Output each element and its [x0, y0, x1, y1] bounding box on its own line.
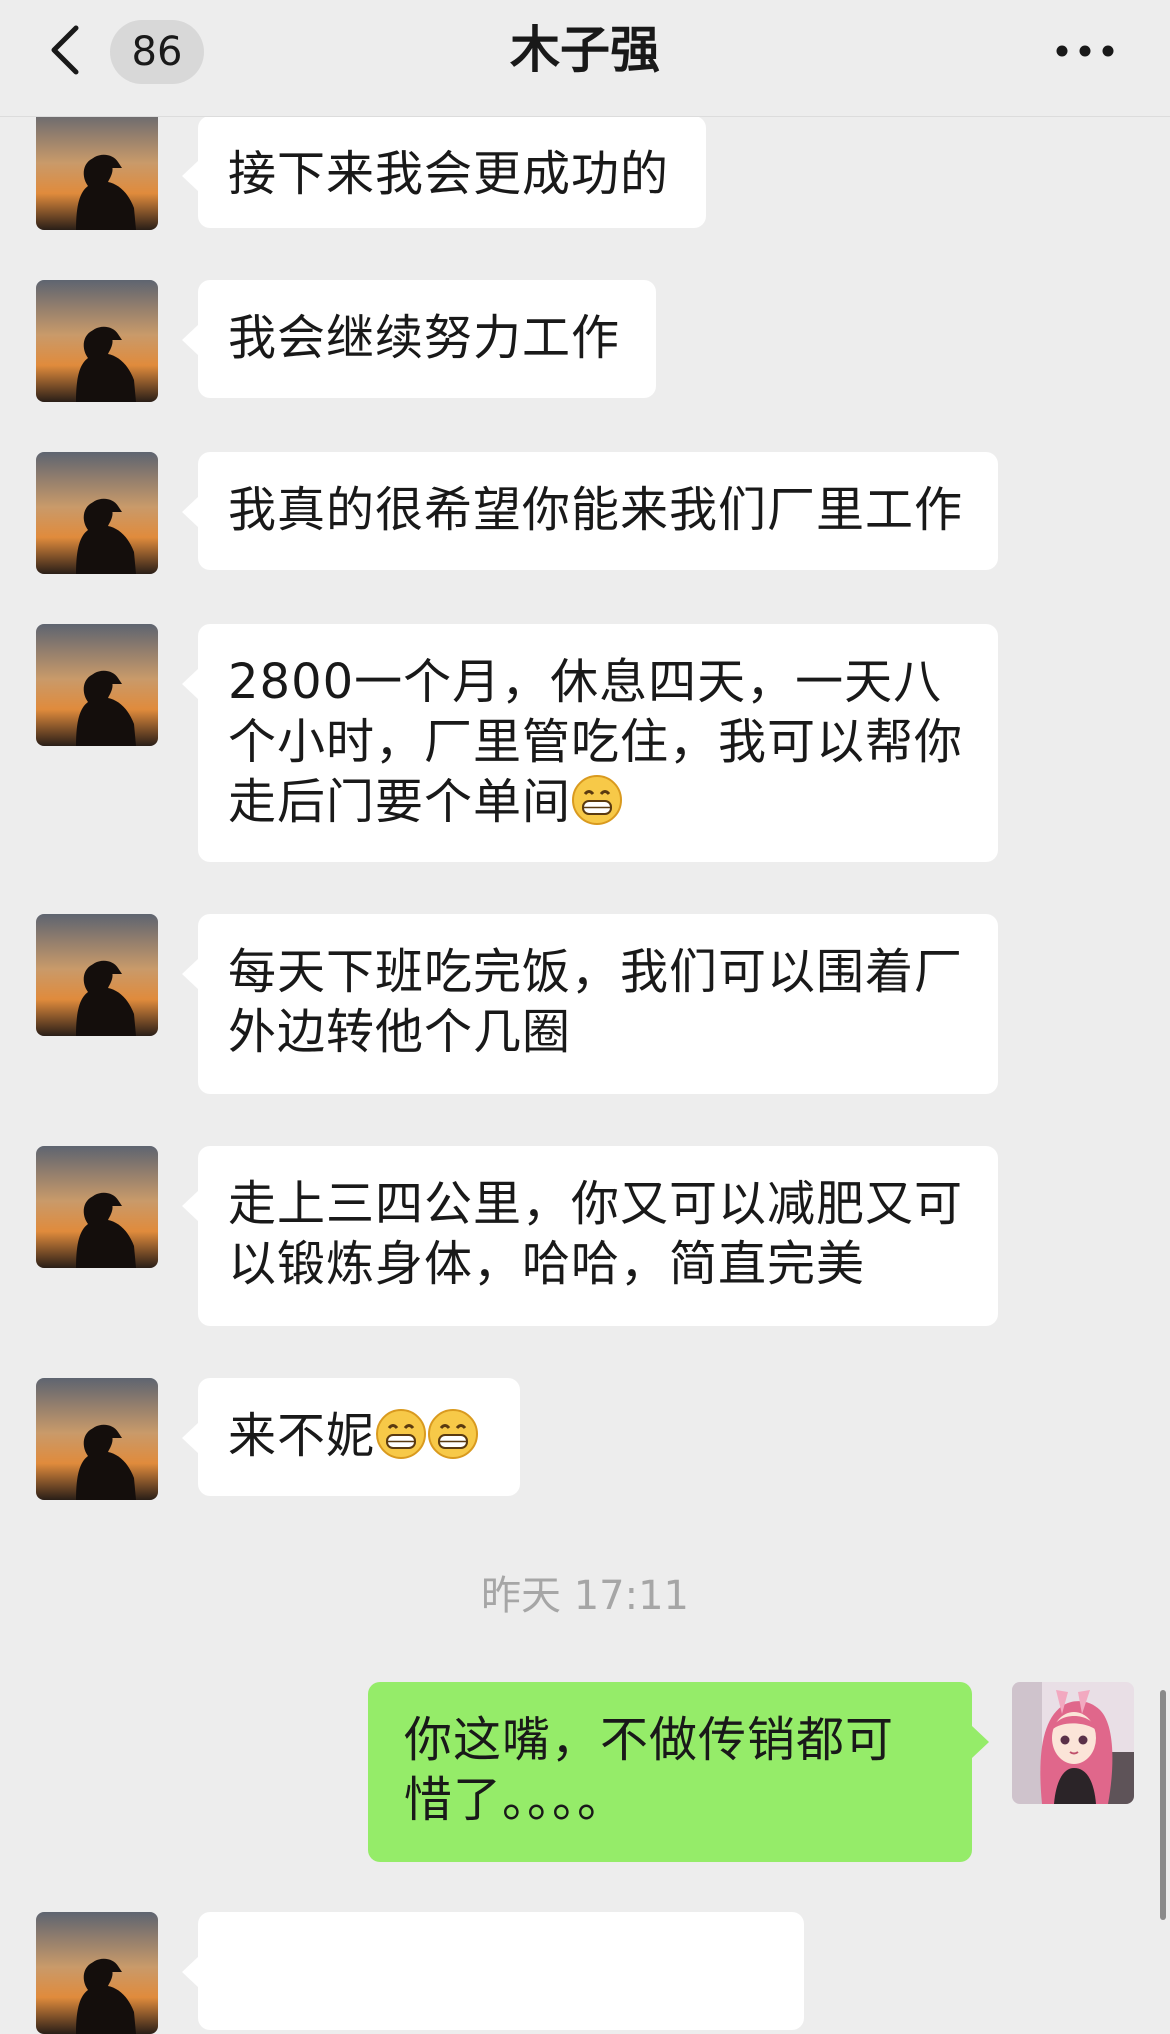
message-bubble-incoming[interactable]: 每天下班吃完饭，我们可以围着厂外边转他个几圈	[182, 914, 998, 1094]
chat-scrollbar[interactable]	[1160, 1690, 1166, 1920]
contact-avatar[interactable]	[36, 914, 158, 1036]
silhouette-sunset-avatar-icon	[36, 1378, 158, 1500]
silhouette-sunset-avatar-icon	[36, 1912, 158, 2034]
silhouette-sunset-avatar-icon	[36, 452, 158, 574]
message-bubble-incoming[interactable]: 我会继续努力工作	[182, 280, 656, 398]
contact-avatar[interactable]	[36, 280, 158, 402]
more-horizontal-icon	[1056, 45, 1114, 57]
more-options-button[interactable]	[1050, 28, 1120, 74]
contact-avatar[interactable]	[36, 108, 158, 230]
message-bubble-incoming[interactable]: 我真的很希望你能来我们厂里工作	[182, 452, 998, 570]
silhouette-sunset-avatar-icon	[36, 280, 158, 402]
message-text: 来不妮	[228, 1408, 376, 1464]
grinning-face-emoji-icon	[427, 1408, 479, 1460]
message-text: 你这嘴，不做传销都可惜了。。。。	[404, 1712, 895, 1828]
my-avatar[interactable]	[1012, 1682, 1134, 1804]
grinning-face-emoji-icon	[375, 1408, 427, 1460]
message-text: 走上三四公里，你又可以减肥又可以锻炼身体，哈哈，简直完美	[228, 1176, 964, 1292]
contact-avatar[interactable]	[36, 1146, 158, 1268]
silhouette-sunset-avatar-icon	[36, 624, 158, 746]
silhouette-sunset-avatar-icon	[36, 108, 158, 230]
message-text: 每天下班吃完饭，我们可以围着厂外边转他个几圈	[228, 944, 964, 1060]
contact-avatar[interactable]	[36, 1912, 158, 2034]
message-text: 我真的很希望你能来我们厂里工作	[228, 482, 964, 538]
message-bubble-outgoing[interactable]: 你这嘴，不做传销都可惜了。。。。	[368, 1682, 989, 1862]
contact-avatar[interactable]	[36, 452, 158, 574]
grinning-face-emoji-icon	[571, 774, 623, 826]
contact-avatar[interactable]	[36, 624, 158, 746]
silhouette-sunset-avatar-icon	[36, 914, 158, 1036]
chat-header: 86 木子强	[0, 0, 1170, 117]
chat-title: 木子强	[510, 21, 660, 79]
message-bubble-incoming[interactable]: 来不妮	[182, 1378, 520, 1496]
silhouette-sunset-avatar-icon	[36, 1146, 158, 1268]
message-bubble-incoming-partial[interactable]	[182, 1912, 804, 2030]
message-text: 接下来我会更成功的	[228, 146, 670, 202]
message-timestamp: 昨天 17:11	[481, 1573, 689, 1619]
anime-girl-avatar-icon	[1012, 1682, 1134, 1804]
message-text: 我会继续努力工作	[228, 310, 621, 366]
message-bubble-incoming[interactable]: 2800一个月，休息四天，一天八个小时，厂里管吃住，我可以帮你走后门要个单间	[182, 624, 998, 862]
message-bubble-incoming[interactable]: 走上三四公里，你又可以减肥又可以锻炼身体，哈哈，简直完美	[182, 1146, 998, 1326]
contact-avatar[interactable]	[36, 1378, 158, 1500]
message-bubble-incoming[interactable]: 接下来我会更成功的	[182, 116, 706, 228]
